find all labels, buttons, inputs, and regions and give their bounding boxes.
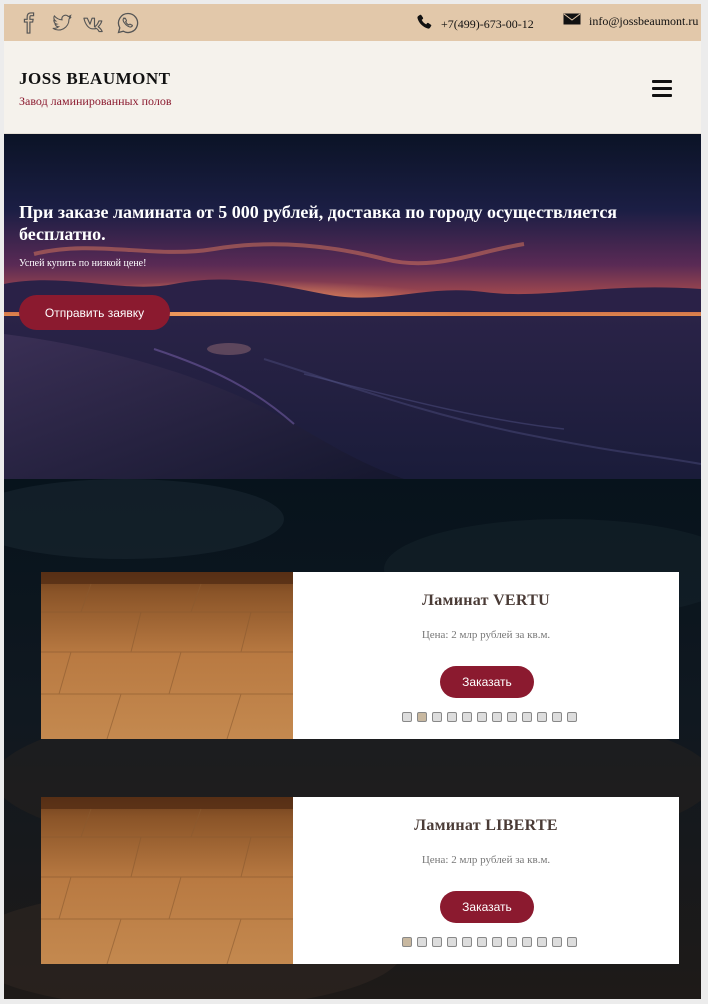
vk-icon[interactable] bbox=[82, 10, 107, 35]
product-image bbox=[41, 797, 293, 964]
facebook-icon[interactable] bbox=[16, 10, 41, 35]
slider-dot[interactable] bbox=[432, 937, 442, 947]
hero-subtext: Успей купить по низкой цене! bbox=[19, 258, 147, 269]
order-button[interactable]: Заказать bbox=[440, 666, 534, 698]
slider-dot[interactable] bbox=[507, 937, 517, 947]
slider-dot[interactable] bbox=[507, 712, 517, 722]
page: +7(499)-673-00-12 info@jossbeaumont.ru J… bbox=[4, 4, 701, 999]
submit-request-button[interactable]: Отправить заявку bbox=[19, 295, 170, 330]
slider-dot[interactable] bbox=[462, 712, 472, 722]
slider-dot[interactable] bbox=[477, 712, 487, 722]
slider-dot[interactable] bbox=[537, 712, 547, 722]
social-links bbox=[16, 10, 140, 35]
product-info: Ламинат VERTU Цена: 2 млр рублей за кв.м… bbox=[293, 572, 679, 739]
slider-dot[interactable] bbox=[432, 712, 442, 722]
menu-bar bbox=[652, 80, 672, 83]
slider-dot[interactable] bbox=[567, 937, 577, 947]
product-title: Ламинат LIBERTE bbox=[414, 817, 558, 834]
slider-dot[interactable] bbox=[522, 712, 532, 722]
product-info: Ламинат LIBERTE Цена: 2 млр рублей за кв… bbox=[293, 797, 679, 964]
contact-bar: +7(499)-673-00-12 info@jossbeaumont.ru bbox=[4, 4, 701, 41]
site-header: JOSS BEAUMONT Завод ламинированных полов bbox=[4, 41, 701, 134]
whatsapp-icon[interactable] bbox=[115, 10, 140, 35]
menu-bar bbox=[652, 87, 672, 90]
product-title: Ламинат VERTU bbox=[421, 592, 551, 609]
hero-headline: При заказе ламината от 5 000 рублей, дос… bbox=[19, 202, 618, 244]
slider-dot[interactable] bbox=[462, 937, 472, 947]
slider-dot[interactable] bbox=[492, 712, 502, 722]
slider-dot[interactable] bbox=[417, 712, 427, 722]
slider-dot[interactable] bbox=[477, 937, 487, 947]
phone-contact[interactable]: +7(499)-673-00-12 bbox=[415, 13, 534, 35]
slider-dots bbox=[402, 937, 577, 947]
envelope-icon bbox=[563, 13, 581, 29]
slider-dot[interactable] bbox=[447, 937, 457, 947]
hamburger-menu-icon[interactable] bbox=[652, 80, 672, 97]
slider-dot[interactable] bbox=[492, 937, 502, 947]
brand-tagline: Завод ламинированных полов bbox=[19, 94, 172, 108]
products-section: Ламинат VERTU Цена: 2 млр рублей за кв.м… bbox=[4, 479, 701, 999]
slider-dot[interactable] bbox=[447, 712, 457, 722]
phone-icon bbox=[415, 13, 433, 35]
slider-dot[interactable] bbox=[402, 712, 412, 722]
product-card: Ламинат VERTU Цена: 2 млр рублей за кв.м… bbox=[41, 572, 679, 739]
slider-dot[interactable] bbox=[537, 937, 547, 947]
order-button[interactable]: Заказать bbox=[440, 891, 534, 923]
slider-dots bbox=[402, 712, 577, 722]
product-image bbox=[41, 572, 293, 739]
phone-number[interactable]: +7(499)-673-00-12 bbox=[441, 17, 534, 32]
slider-dot[interactable] bbox=[417, 937, 427, 947]
brand-name[interactable]: JOSS BEAUMONT bbox=[19, 69, 171, 89]
product-price: Цена: 2 млр рублей за кв.м. bbox=[421, 854, 551, 866]
email-address[interactable]: info@jossbeaumont.ru bbox=[589, 14, 698, 29]
slider-dot[interactable] bbox=[567, 712, 577, 722]
menu-bar bbox=[652, 94, 672, 97]
product-card: Ламинат LIBERTE Цена: 2 млр рублей за кв… bbox=[41, 797, 679, 964]
hero-banner: При заказе ламината от 5 000 рублей, дос… bbox=[4, 134, 701, 479]
product-price: Цена: 2 млр рублей за кв.м. bbox=[421, 629, 551, 641]
slider-dot[interactable] bbox=[552, 937, 562, 947]
email-contact[interactable]: info@jossbeaumont.ru bbox=[563, 13, 698, 29]
twitter-icon[interactable] bbox=[49, 10, 74, 35]
slider-dot[interactable] bbox=[552, 712, 562, 722]
slider-dot[interactable] bbox=[402, 937, 412, 947]
slider-dot[interactable] bbox=[522, 937, 532, 947]
